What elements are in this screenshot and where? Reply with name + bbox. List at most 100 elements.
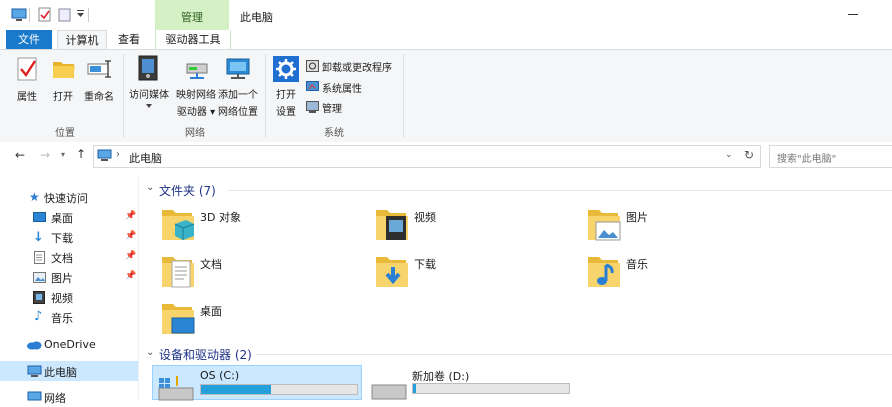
customize-toolbar-icon[interactable] (76, 9, 86, 19)
cloud-icon (26, 340, 42, 350)
drive-d-usage-fill (413, 384, 417, 393)
folder-label: 3D 对象 (200, 211, 241, 224)
nav-this-pc[interactable]: 此电脑 (0, 361, 138, 381)
map-drive-label-1: 映射网络 (176, 90, 216, 101)
tab-computer[interactable]: 计算机 (57, 30, 107, 50)
search-placeholder: 搜索"此电脑" (777, 154, 837, 165)
nav-downloads[interactable]: ↓ 下载 📌 (0, 227, 138, 247)
nav-music-label: 音乐 (51, 312, 73, 325)
drive-d[interactable]: 新加卷 (D:) (366, 365, 580, 400)
minimize-button[interactable] (848, 14, 858, 15)
folder-music[interactable]: 音乐 (586, 253, 786, 293)
pin-icon[interactable]: 📌 (125, 211, 136, 221)
access-media-dropdown-icon[interactable] (146, 104, 152, 108)
folder-documents[interactable]: 文档 (160, 253, 360, 293)
download-arrow-icon: ↓ (33, 230, 44, 245)
rename-button[interactable]: 重命名 (80, 56, 118, 103)
breadcrumb-chevron-icon[interactable]: › (116, 149, 120, 160)
downloads-folder-icon (374, 253, 410, 291)
pictures-folder-icon (586, 206, 622, 244)
nav-documents[interactable]: 文档 📌 (0, 247, 138, 267)
folder-downloads[interactable]: 下载 (374, 253, 574, 293)
nav-pictures-label: 图片 (51, 272, 73, 285)
videos-icon (33, 291, 45, 304)
pin-icon[interactable]: 📌 (125, 271, 136, 281)
refresh-icon[interactable]: ↻ (744, 148, 754, 162)
location-group-label: 位置 (55, 128, 75, 139)
network-icon (27, 391, 42, 404)
nav-this-pc-label: 此电脑 (44, 366, 77, 379)
pictures-icon (33, 272, 46, 283)
access-media-button[interactable]: 访问媒体 (128, 54, 170, 108)
new-folder-quick-icon[interactable] (58, 7, 72, 22)
hard-drive-icon (370, 381, 408, 401)
pin-icon[interactable]: 📌 (125, 251, 136, 261)
nav-onedrive-label: OneDrive (44, 338, 96, 351)
properties-label: 属性 (17, 92, 37, 103)
drive-c-usage-bar (200, 384, 358, 395)
drive-d-usage-bar (412, 383, 570, 394)
back-arrow-icon[interactable]: ← (15, 148, 25, 162)
tab-file[interactable]: 文件 (6, 30, 52, 49)
nav-network-label: 网络 (44, 392, 66, 405)
pane-splitter[interactable] (138, 177, 139, 400)
desktop-icon (33, 212, 46, 223)
properties-icon (16, 56, 42, 82)
up-arrow-icon[interactable]: ↑ (76, 147, 86, 161)
open-settings-label-1: 打开 (276, 90, 296, 101)
nav-desktop[interactable]: 桌面 📌 (0, 207, 138, 227)
network-group-label: 网络 (185, 128, 205, 139)
folder-pictures[interactable]: 图片 (586, 206, 786, 246)
access-media-label: 访问媒体 (129, 90, 169, 101)
devices-collapse-chevron-icon[interactable]: ⌄ (146, 347, 154, 358)
nav-desktop-label: 桌面 (51, 212, 73, 225)
address-dropdown-icon[interactable]: ⌄ (725, 150, 733, 160)
nav-videos[interactable]: 视频 (0, 287, 138, 307)
recent-locations-icon[interactable]: ▾ (61, 150, 65, 159)
nav-pictures[interactable]: 图片 📌 (0, 267, 138, 287)
folder-desktop[interactable]: 桌面 (160, 300, 360, 340)
map-drive-label-2: 驱动器 (176, 107, 207, 118)
settings-gear-icon (273, 56, 302, 82)
drive-c-usage-fill (201, 385, 272, 394)
search-box[interactable]: 搜索"此电脑" (769, 145, 892, 168)
open-button[interactable]: 打开 (48, 56, 78, 103)
nav-videos-label: 视频 (51, 292, 73, 305)
tab-view[interactable]: 查看 (110, 30, 148, 49)
map-network-drive-button[interactable]: 映射网络 驱动器 ▾ (172, 56, 220, 118)
folders-group-header[interactable]: 文件夹 (7) (159, 182, 216, 199)
rename-icon (86, 56, 118, 82)
nav-network[interactable]: 网络 (0, 387, 138, 407)
breadcrumb-this-pc[interactable]: 此电脑 (129, 150, 162, 166)
document-icon (34, 251, 45, 264)
folder-videos[interactable]: 视频 (374, 206, 574, 246)
drive-c[interactable]: OS (C:) (152, 365, 362, 402)
open-settings-button[interactable]: 打开 设置 (270, 56, 302, 118)
properties-quick-icon[interactable] (38, 7, 52, 22)
manage-icon (306, 101, 319, 113)
drive-d-label: 新加卷 (D:) (412, 370, 470, 383)
address-field[interactable]: › 此电脑 ⌄ ↻ (93, 145, 761, 168)
devices-group-header[interactable]: 设备和驱动器 (2) (159, 346, 252, 363)
folder-3d-objects[interactable]: 3D 对象 (160, 206, 360, 246)
windows-drive-icon (157, 372, 195, 402)
forward-arrow-icon[interactable]: → (40, 148, 50, 162)
pin-icon[interactable]: 📌 (125, 231, 136, 241)
nav-music[interactable]: ♪ 音乐 (0, 307, 138, 327)
ribbon-tab-bar: 文件 计算机 查看 驱动器工具 (0, 30, 892, 50)
properties-button[interactable]: 属性 (12, 56, 42, 103)
nav-quick-access[interactable]: ★ 快速访问 (0, 187, 138, 207)
desktop-folder-icon (160, 300, 196, 338)
open-label: 打开 (53, 92, 73, 103)
folders-collapse-chevron-icon[interactable]: ⌄ (146, 182, 154, 193)
ribbon: 属性 打开 重命名 位置 访问媒体 映射网络 驱动器 ▾ 添加一个 网络位置 网… (0, 49, 892, 143)
add-location-label-2: 网络位置 (218, 107, 258, 118)
this-pc-address-icon (97, 149, 112, 162)
star-icon: ★ (29, 190, 40, 204)
tab-drive-tools[interactable]: 驱动器工具 (155, 30, 231, 49)
videos-folder-icon (374, 206, 410, 244)
media-icon (136, 54, 170, 82)
nav-onedrive[interactable]: OneDrive (0, 335, 138, 355)
add-network-location-button[interactable]: 添加一个 网络位置 (214, 56, 262, 118)
system-properties-icon (306, 81, 319, 93)
